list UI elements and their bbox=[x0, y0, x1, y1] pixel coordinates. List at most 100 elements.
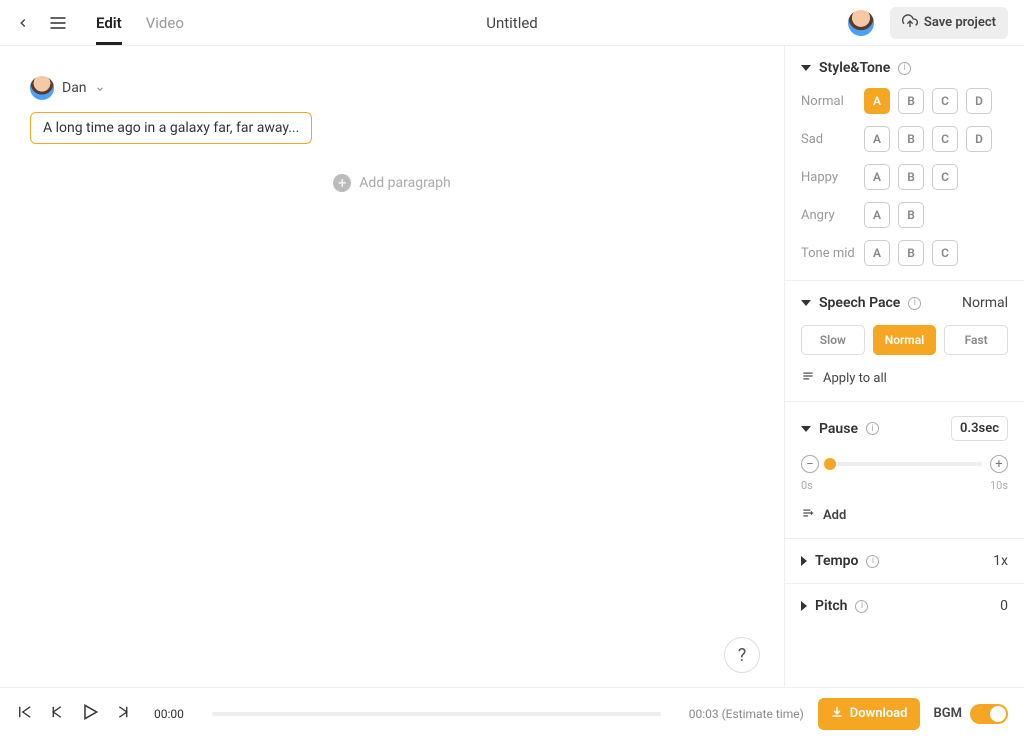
tone-label: Tone mid bbox=[801, 246, 864, 261]
speaker-avatar bbox=[30, 76, 54, 100]
cloud-upload-icon bbox=[902, 13, 918, 33]
speaker-selector[interactable]: Dan bbox=[30, 76, 754, 100]
time-current: 00:00 bbox=[154, 707, 184, 721]
apply-all-label: Apply to all bbox=[823, 371, 887, 386]
download-button[interactable]: Download bbox=[818, 698, 920, 730]
tone-normal-d[interactable]: D bbox=[966, 88, 992, 114]
panel-pause: Pause i 0.3sec − + 0s 10s bbox=[785, 402, 1024, 539]
tone-sad-a[interactable]: A bbox=[864, 126, 890, 152]
info-icon[interactable]: i bbox=[866, 422, 879, 435]
speaker-name: Dan bbox=[62, 80, 87, 96]
topbar: Edit Video Untitled Save project bbox=[0, 0, 1024, 46]
tab-edit[interactable]: Edit bbox=[96, 1, 122, 45]
add-paragraph-button[interactable]: + Add paragraph bbox=[30, 174, 754, 192]
help-button[interactable]: ? bbox=[724, 637, 760, 673]
time-total: 00:03 (Estimate time) bbox=[689, 707, 804, 721]
pause-plus-button[interactable]: + bbox=[990, 455, 1008, 473]
pause-add-label: Add bbox=[823, 508, 846, 523]
tone-label: Happy bbox=[801, 170, 864, 185]
chevron-down-icon bbox=[95, 79, 105, 98]
tone-angry-a[interactable]: A bbox=[864, 202, 890, 228]
info-icon[interactable]: i bbox=[908, 297, 921, 310]
save-project-button[interactable]: Save project bbox=[890, 7, 1008, 39]
panel-pitch: Pitch i 0 bbox=[785, 584, 1024, 628]
pause-minus-button[interactable]: − bbox=[801, 455, 819, 473]
tone-sad-d[interactable]: D bbox=[966, 126, 992, 152]
pause-max-label: 10s bbox=[990, 479, 1008, 492]
panel-style-tone-header[interactable]: Style&Tone i bbox=[801, 60, 1008, 76]
tone-happy-b[interactable]: B bbox=[898, 164, 924, 190]
caret-down-icon bbox=[801, 300, 811, 306]
tempo-value: 1x bbox=[993, 553, 1008, 569]
project-title[interactable]: Untitled bbox=[486, 14, 538, 32]
playback-progress[interactable] bbox=[212, 712, 661, 716]
speech-pace-title: Speech Pace bbox=[819, 295, 900, 311]
menu-button[interactable] bbox=[48, 13, 68, 33]
play-button[interactable] bbox=[80, 702, 100, 726]
pause-value[interactable]: 0.3sec bbox=[951, 416, 1008, 441]
info-icon[interactable]: i bbox=[898, 62, 911, 75]
pace-fast[interactable]: Fast bbox=[944, 325, 1008, 355]
list-icon bbox=[801, 369, 815, 387]
save-project-label: Save project bbox=[924, 15, 996, 30]
caret-right-icon bbox=[801, 556, 807, 566]
tone-label: Normal bbox=[801, 94, 864, 109]
sidebar: Style&Tone i Normal A B C D Sad bbox=[784, 46, 1024, 687]
tone-row-angry: Angry A B bbox=[801, 202, 1008, 228]
info-icon[interactable]: i bbox=[866, 555, 879, 568]
pace-normal[interactable]: Normal bbox=[873, 325, 937, 355]
pause-min-label: 0s bbox=[801, 479, 813, 492]
info-icon[interactable]: i bbox=[855, 600, 868, 613]
prev-button[interactable] bbox=[48, 703, 66, 725]
tone-mid-c[interactable]: C bbox=[932, 240, 958, 266]
pause-title: Pause bbox=[819, 421, 858, 437]
pause-slider[interactable] bbox=[827, 462, 982, 466]
speech-pace-current: Normal bbox=[962, 295, 1008, 311]
tone-row-happy: Happy A B C bbox=[801, 164, 1008, 190]
tone-angry-b[interactable]: B bbox=[898, 202, 924, 228]
tone-normal-b[interactable]: B bbox=[898, 88, 924, 114]
speech-text-block[interactable]: A long time ago in a galaxy far, far awa… bbox=[30, 112, 312, 144]
panel-style-tone: Style&Tone i Normal A B C D Sad bbox=[785, 46, 1024, 281]
tone-normal-c[interactable]: C bbox=[932, 88, 958, 114]
tone-happy-a[interactable]: A bbox=[864, 164, 890, 190]
tab-video[interactable]: Video bbox=[146, 1, 184, 45]
transport-bar: 00:00 00:03 (Estimate time) Download BGM bbox=[0, 687, 1024, 739]
pause-slider-thumb[interactable] bbox=[824, 458, 836, 470]
tone-mid-a[interactable]: A bbox=[864, 240, 890, 266]
panel-tempo-header[interactable]: Tempo i 1x bbox=[801, 553, 1008, 569]
panel-speech-pace: Speech Pace i Normal Slow Normal Fast Ap… bbox=[785, 281, 1024, 402]
pace-slow[interactable]: Slow bbox=[801, 325, 865, 355]
pause-add-button[interactable]: Add bbox=[801, 506, 1008, 524]
pitch-value: 0 bbox=[1000, 598, 1008, 614]
tone-row-tonemid: Tone mid A B C bbox=[801, 240, 1008, 266]
panel-speech-pace-header[interactable]: Speech Pace i Normal bbox=[801, 295, 1008, 311]
panel-tempo: Tempo i 1x bbox=[785, 539, 1024, 584]
download-icon bbox=[830, 705, 844, 723]
style-tone-title: Style&Tone bbox=[819, 60, 890, 76]
panel-pause-header[interactable]: Pause i 0.3sec bbox=[801, 416, 1008, 441]
tone-sad-c[interactable]: C bbox=[932, 126, 958, 152]
bgm-label: BGM bbox=[934, 706, 963, 721]
next-button[interactable] bbox=[114, 703, 132, 725]
user-avatar[interactable] bbox=[848, 10, 874, 36]
add-paragraph-label: Add paragraph bbox=[359, 175, 450, 191]
back-button[interactable] bbox=[16, 16, 30, 30]
tone-row-sad: Sad A B C D bbox=[801, 126, 1008, 152]
tone-row-normal: Normal A B C D bbox=[801, 88, 1008, 114]
tone-happy-c[interactable]: C bbox=[932, 164, 958, 190]
tone-normal-a[interactable]: A bbox=[864, 88, 890, 114]
download-label: Download bbox=[850, 706, 908, 721]
apply-to-all-button[interactable]: Apply to all bbox=[801, 369, 1008, 387]
tone-label: Angry bbox=[801, 208, 864, 223]
tempo-title: Tempo bbox=[815, 553, 858, 569]
plus-circle-icon: + bbox=[333, 174, 351, 192]
caret-right-icon bbox=[801, 601, 807, 611]
caret-down-icon bbox=[801, 65, 811, 71]
tone-mid-b[interactable]: B bbox=[898, 240, 924, 266]
panel-pitch-header[interactable]: Pitch i 0 bbox=[801, 598, 1008, 614]
bgm-toggle[interactable] bbox=[970, 704, 1008, 724]
tone-sad-b[interactable]: B bbox=[898, 126, 924, 152]
skip-start-button[interactable] bbox=[16, 703, 34, 725]
caret-down-icon bbox=[801, 426, 811, 432]
